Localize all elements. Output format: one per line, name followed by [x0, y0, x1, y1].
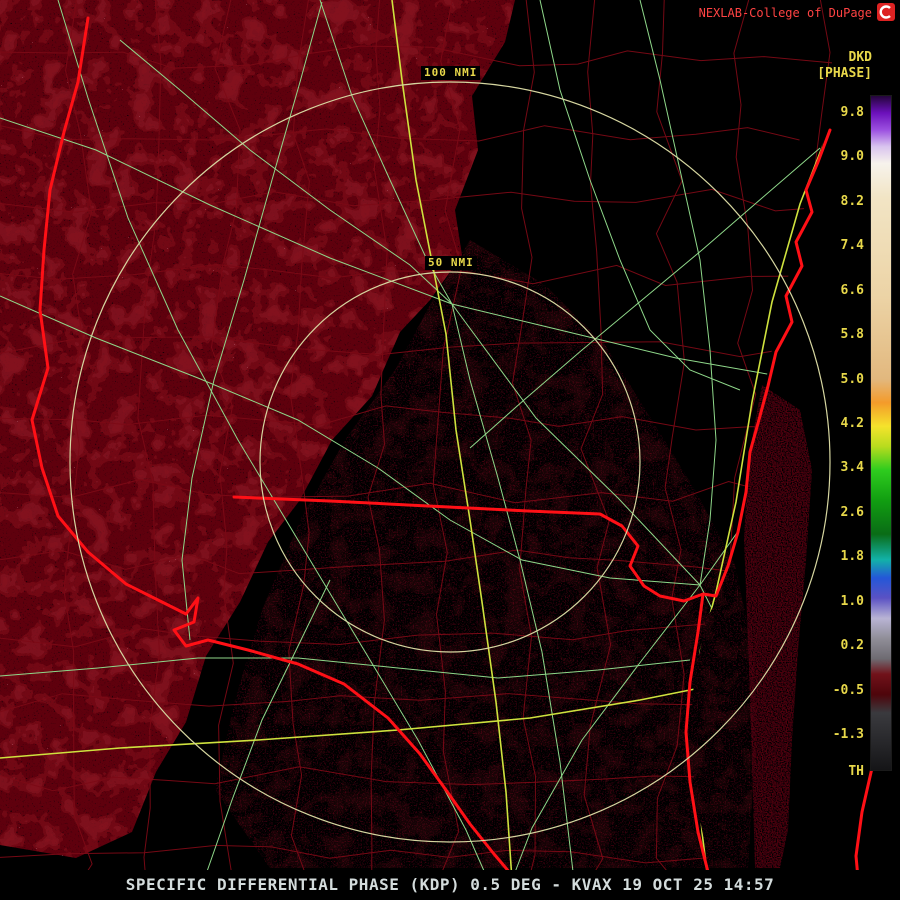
- range-ring-label-50nmi: 50 NMI: [425, 256, 477, 270]
- colorbar-tick-label: 5.0: [840, 371, 864, 387]
- brand-title: NEXLAB-College of DuPage: [698, 6, 872, 20]
- product-units: [PHASE]: [817, 66, 872, 81]
- colorbar-tick-label: 5.8: [840, 327, 864, 343]
- colorbar-threshold-label: TH: [848, 764, 864, 779]
- range-ring-label-100nmi: 100 NMI: [421, 66, 481, 80]
- colorbar-tick-label: 7.4: [840, 238, 864, 254]
- colorbar-tick-label: 1.0: [840, 593, 864, 609]
- colorbar-tick-label: 2.6: [840, 504, 864, 520]
- colorbar: [870, 95, 892, 771]
- colorbar-tick-label: -1.3: [832, 727, 864, 743]
- colorbar-tick-label: 8.2: [840, 193, 864, 209]
- colorbar-tick-label: 1.8: [840, 549, 864, 565]
- radar-map: [0, 0, 900, 900]
- colorbar-tick-label: -0.5: [832, 682, 864, 698]
- colorbar-tick-label: 0.2: [840, 638, 864, 654]
- colorbar-tick-label: 9.0: [840, 149, 864, 165]
- status-bar: SPECIFIC DIFFERENTIAL PHASE (KDP) 0.5 DE…: [0, 870, 900, 900]
- radar-viewer: 100 NMI 50 NMI NEXLAB-College of DuPage …: [0, 0, 900, 900]
- colorbar-tick-label: 9.8: [840, 105, 864, 120]
- colorbar-tick-label: 6.6: [840, 282, 864, 298]
- colorbar-tick-label: 3.4: [840, 460, 864, 476]
- product-code: DKD: [848, 50, 872, 65]
- colorbar-tick-label: 4.2: [840, 416, 864, 431]
- cod-logo-icon: [877, 3, 895, 21]
